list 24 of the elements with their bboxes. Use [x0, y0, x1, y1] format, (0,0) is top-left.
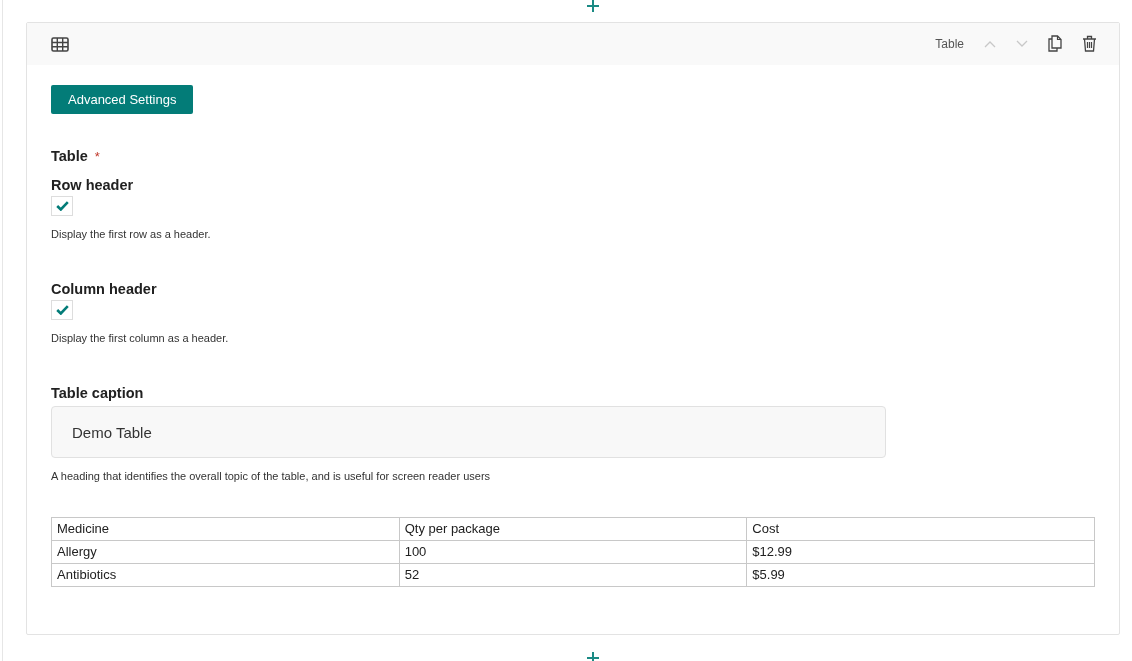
field-label: Table — [51, 148, 88, 166]
table-cell: $5.99 — [746, 563, 1095, 587]
help-text: Display the first row as a header. — [51, 227, 212, 243]
field-label: Column header — [51, 280, 158, 299]
checkbox[interactable] — [51, 196, 73, 217]
table-cell: Medicine — [51, 517, 400, 541]
caption-field[interactable]: Demo Table — [51, 406, 886, 459]
table-cell: Cost — [746, 517, 1095, 541]
required-mark: * — [94, 148, 100, 167]
table-cell: $12.99 — [746, 540, 1095, 564]
table-cell: Qty per package — [399, 517, 747, 541]
advanced-settings-button[interactable]: Advanced Settings — [51, 84, 194, 115]
help-text: Display the first column as a header. — [51, 331, 230, 347]
table-cell: 100 — [399, 540, 747, 564]
checkbox[interactable] — [51, 300, 73, 321]
table-cell: Antibiotics — [51, 563, 400, 587]
field-label: Table caption — [51, 384, 145, 403]
block-type-label: Table — [935, 35, 964, 53]
checkmark-icon — [55, 305, 69, 316]
field-label: Row header — [51, 176, 135, 195]
table-cell: 52 — [399, 563, 747, 587]
checkmark-icon — [55, 201, 69, 212]
help-text: A heading that identifies the overall topic of the table, and is useful for screen reader users — [51, 469, 492, 485]
table-cell: Allergy — [51, 540, 400, 564]
